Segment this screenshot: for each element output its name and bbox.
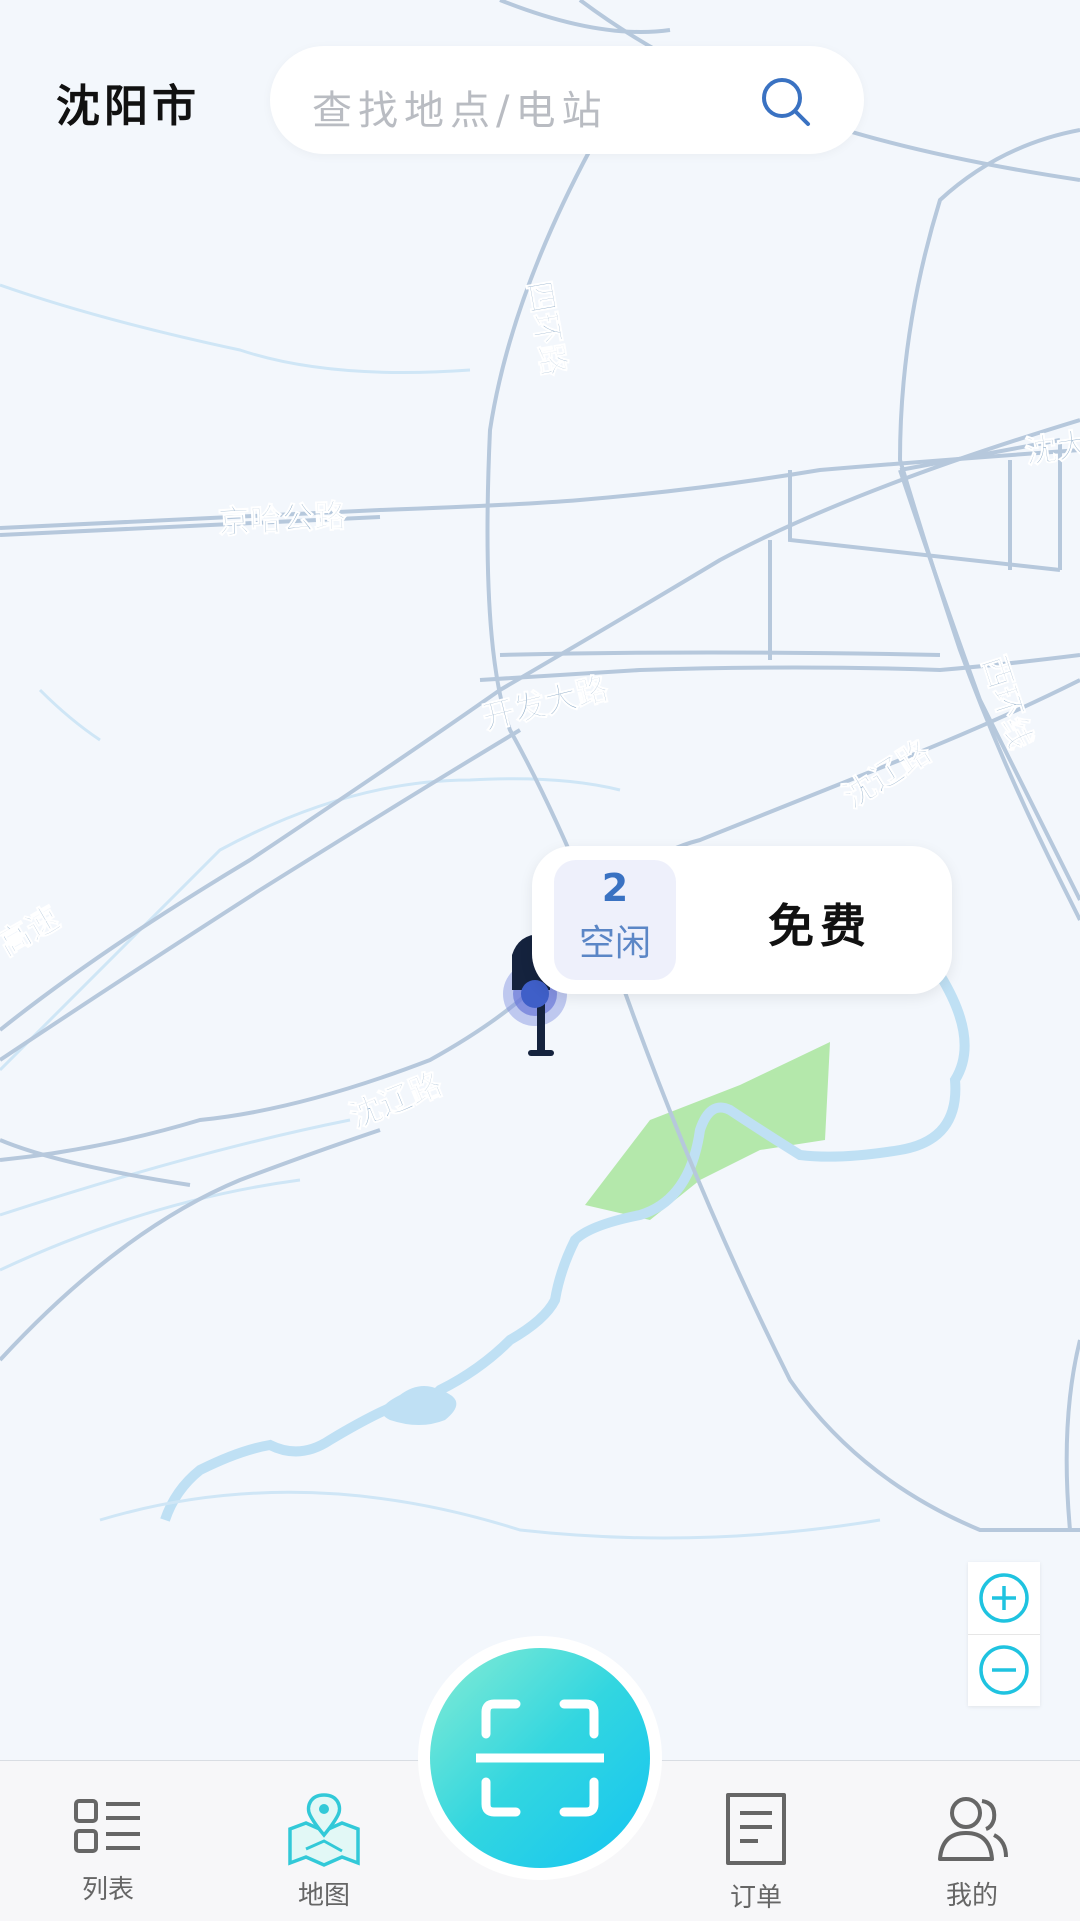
road-label-shenda: 沈大 xyxy=(1022,425,1080,472)
tab-orders[interactable]: 订单 xyxy=(676,1761,836,1921)
tab-profile-label: 我的 xyxy=(945,1881,998,1911)
order-icon xyxy=(726,1793,786,1865)
zoom-controls xyxy=(968,1562,1040,1706)
price-label: 免费 xyxy=(768,899,872,953)
tab-map-label: 地图 xyxy=(297,1881,350,1911)
search-bar[interactable]: 查找地点/电站 xyxy=(270,46,864,154)
zoom-out-icon xyxy=(979,1645,1029,1695)
list-icon xyxy=(74,1799,140,1853)
station-popup[interactable]: 2 空闲 免费 xyxy=(532,846,952,994)
available-status: 空闲 xyxy=(578,923,651,964)
tab-map[interactable]: 地图 xyxy=(244,1761,404,1921)
city-selector[interactable]: 沈阳市 xyxy=(56,70,200,134)
tab-list-label: 列表 xyxy=(81,1875,134,1905)
tab-profile[interactable]: 我的 xyxy=(892,1761,1052,1921)
search-input[interactable]: 查找地点/电站 xyxy=(312,78,607,136)
tab-orders-label: 订单 xyxy=(729,1883,782,1913)
station-status-badge: 2 空闲 xyxy=(554,860,676,980)
zoom-in-icon xyxy=(979,1573,1029,1623)
search-icon[interactable] xyxy=(758,74,814,130)
available-count: 2 xyxy=(601,866,629,910)
scan-icon xyxy=(476,1699,604,1817)
scan-button-circle[interactable] xyxy=(430,1648,650,1868)
tab-list[interactable]: 列表 xyxy=(28,1761,188,1921)
scan-button[interactable] xyxy=(418,1636,662,1880)
map-icon xyxy=(288,1793,360,1867)
road-label-jingha: 京哈公路 xyxy=(217,497,348,542)
zoom-in-button[interactable] xyxy=(968,1562,1040,1635)
profile-icon xyxy=(938,1797,1008,1861)
zoom-out-button[interactable] xyxy=(968,1634,1040,1706)
